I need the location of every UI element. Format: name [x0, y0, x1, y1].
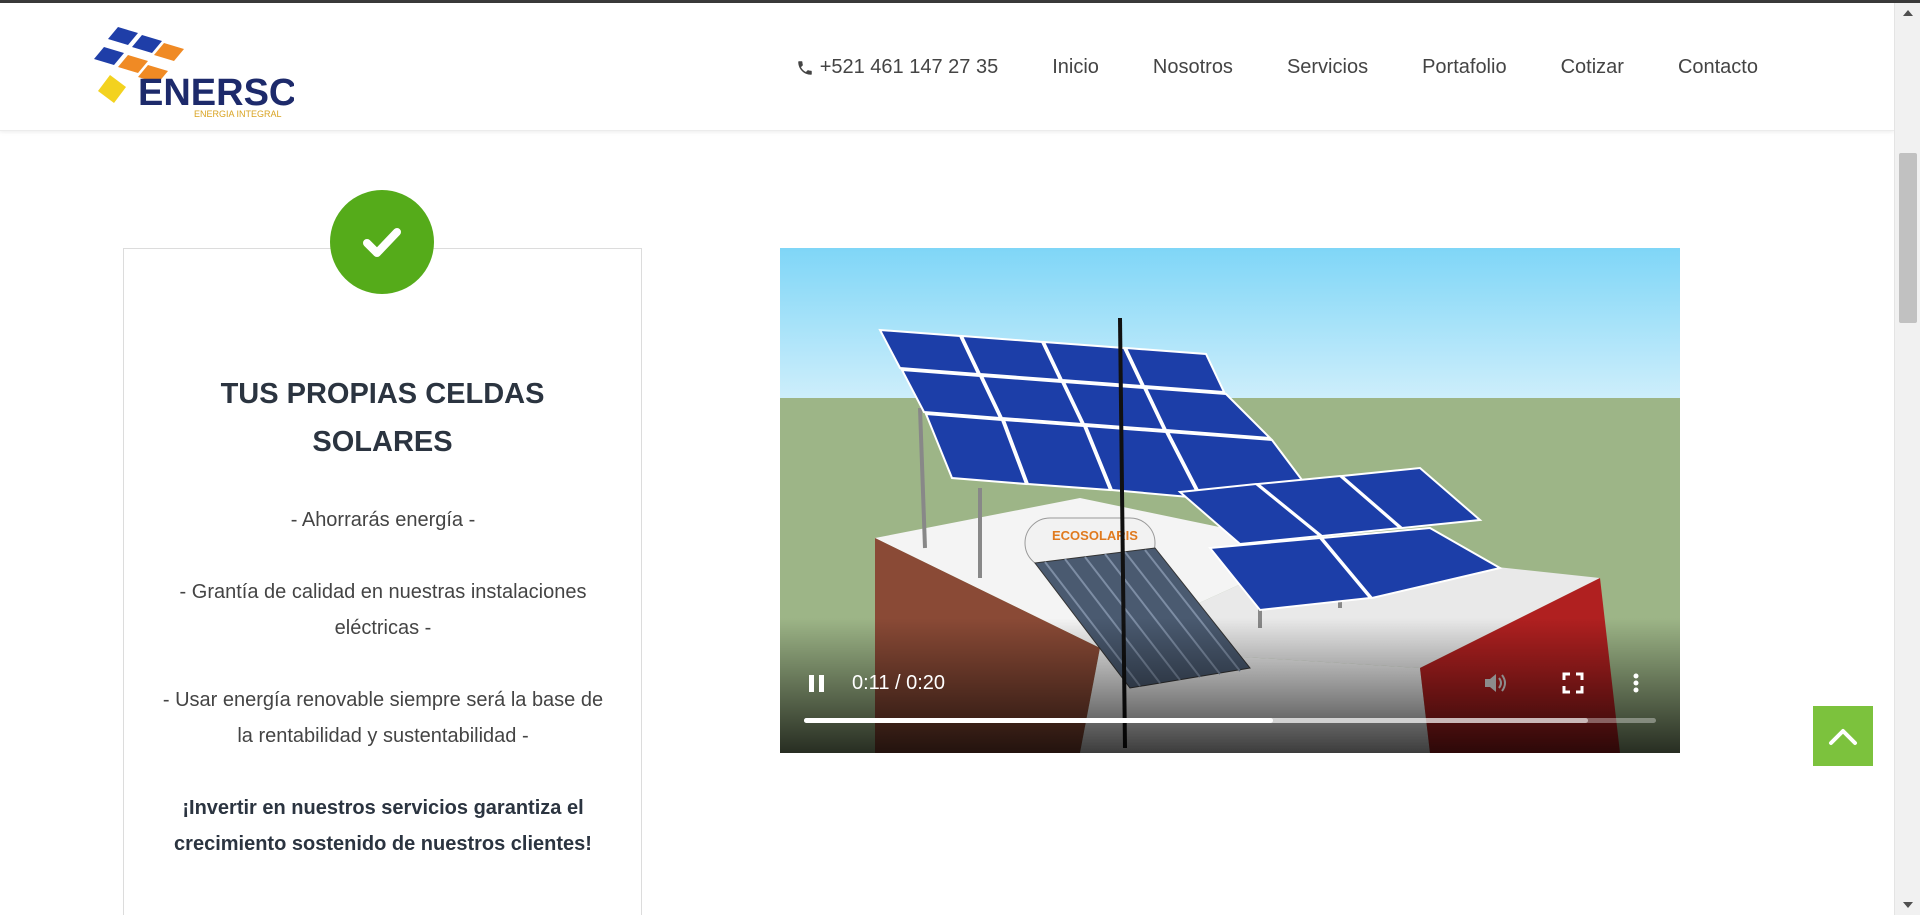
feature-title: TUS PROPIAS CELDAS SOLARES	[123, 370, 642, 466]
phone-number: +521 461 147 27 35	[819, 56, 999, 78]
checkmark-icon	[363, 228, 401, 257]
svg-text:ENERGIA INTEGRAL: ENERGIA INTEGRAL	[194, 109, 282, 119]
feature-title-line2: SOLARES	[312, 426, 453, 458]
chevron-up-icon	[1829, 729, 1857, 745]
closing-statement-line2: crecimiento sostenido de nuestros client…	[174, 833, 592, 855]
benefit-quality-line1: - Grantía de calidad en nuestras instala…	[179, 581, 587, 603]
closing-statement-line1: ¡Invertir en nuestros servicios garantiz…	[182, 797, 584, 819]
benefit-renewable-line1: - Usar energía renovable siempre será la…	[162, 689, 604, 711]
scroll-up-arrow[interactable]	[1895, 3, 1920, 23]
feature-title-line1: TUS PROPIAS CELDAS	[220, 378, 545, 410]
nav-inicio[interactable]: Inicio	[1052, 56, 1099, 79]
benefit-energy: - Ahorrarás energía -	[290, 509, 476, 531]
pause-button[interactable]	[802, 668, 832, 698]
video-progress-bar[interactable]	[804, 718, 1656, 723]
feature-check-badge	[330, 190, 434, 294]
triangle-down-icon	[1903, 902, 1913, 908]
video-progress-fill	[804, 718, 1273, 723]
more-options-button[interactable]	[1626, 668, 1646, 698]
site-header: ENERSCI ENERGIA INTEGRAL +521 461 147 27…	[0, 3, 1894, 131]
volume-button[interactable]	[1480, 668, 1510, 698]
page-scrollbar[interactable]	[1894, 3, 1920, 915]
triangle-up-icon	[1903, 10, 1913, 16]
video-player[interactable]: ECOSOLARIS 0:11 / 0:20	[780, 248, 1680, 753]
enersci-logo[interactable]: ENERSCI ENERGIA INTEGRAL	[94, 25, 307, 121]
nav-cotizar[interactable]: Cotizar	[1561, 56, 1624, 79]
svg-text:ECOSOLARIS: ECOSOLARIS	[1052, 528, 1138, 543]
phone-icon	[797, 60, 812, 75]
scroll-thumb[interactable]	[1899, 153, 1917, 323]
back-to-top-button[interactable]	[1813, 706, 1873, 766]
svg-text:ENERSCI: ENERSCI	[138, 72, 294, 114]
nav-nosotros[interactable]: Nosotros	[1153, 56, 1233, 79]
scroll-down-arrow[interactable]	[1895, 895, 1920, 915]
fullscreen-button[interactable]	[1558, 668, 1588, 698]
fullscreen-icon	[1562, 672, 1584, 694]
video-time: 0:11 / 0:20	[852, 672, 946, 694]
nav-phone[interactable]: +521 461 147 27 35	[796, 56, 999, 79]
volume-icon	[1485, 674, 1506, 692]
main-nav: +521 461 147 27 35 Inicio Nosotros Servi…	[796, 56, 1758, 79]
benefit-quality-line2: eléctricas -	[334, 617, 432, 639]
benefit-renewable-line2: la rentabilidad y sustentabilidad -	[237, 725, 529, 747]
nav-contacto[interactable]: Contacto	[1678, 56, 1758, 79]
nav-portafolio[interactable]: Portafolio	[1422, 56, 1507, 79]
nav-servicios[interactable]: Servicios	[1287, 56, 1368, 79]
more-options-icon	[1633, 673, 1639, 693]
pause-icon	[809, 675, 824, 692]
